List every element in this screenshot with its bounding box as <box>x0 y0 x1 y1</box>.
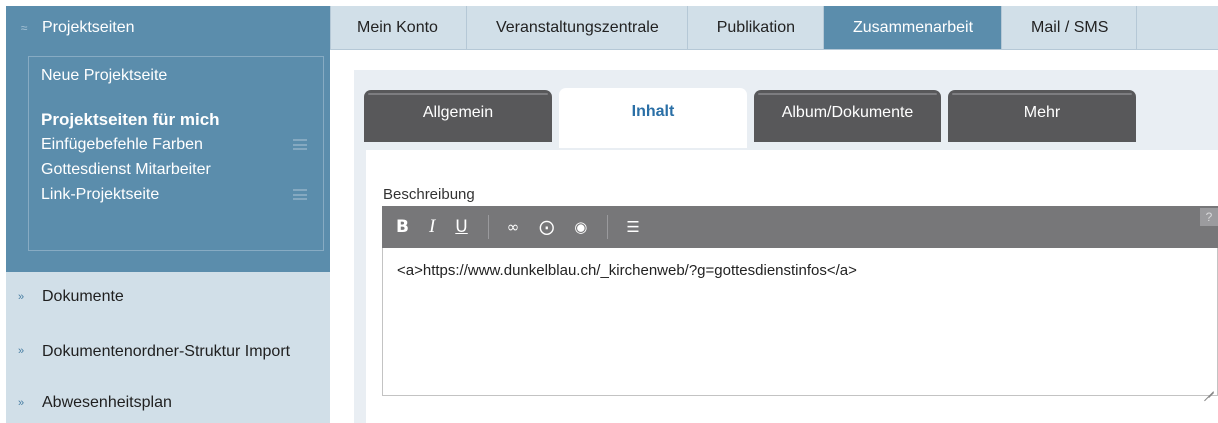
editor-text: <a>https://www.dunkelblau.ch/_kirchenweb… <box>397 262 857 279</box>
tab-publikation[interactable]: Publikation <box>688 6 824 49</box>
sidebar-subitem-gottesdienst-mitarbeiter[interactable]: Gottesdienst Mitarbeiter <box>41 157 323 182</box>
subtab-allgemein[interactable]: Allgemein <box>364 90 552 142</box>
collapse-icon: ≈ <box>20 21 28 35</box>
sidebar-subitem-einfuegebefehle-farben[interactable]: Einfügebefehle Farben <box>41 132 323 157</box>
tab-veranstaltungszentrale[interactable]: Veranstaltungszentrale <box>467 6 688 49</box>
description-editor[interactable]: <a>https://www.dunkelblau.ch/_kirchenweb… <box>382 248 1218 396</box>
help-button[interactable]: ? <box>1200 208 1218 226</box>
sidebar-subitem-label: Link-Projektseite <box>41 186 160 203</box>
sidebar-item-label: Dokumentenordner-Struktur Import <box>42 342 291 360</box>
subtab-inhalt[interactable]: Inhalt <box>559 88 747 148</box>
sidebar-item-abwesenheitsplan[interactable]: » Abwesenheitsplan <box>6 380 330 423</box>
sidebar-submenu: Neue Projektseite Projektseiten für mich… <box>6 50 330 272</box>
bold-button[interactable]: B <box>396 217 409 237</box>
sidebar-header-label: Projektseiten <box>42 19 135 36</box>
tab-mail-sms[interactable]: Mail / SMS <box>1002 6 1138 49</box>
drag-handle-icon[interactable] <box>293 139 307 150</box>
resize-grip-icon[interactable] <box>1204 382 1214 392</box>
sidebar-subitem-label: Einfügebefehle Farben <box>41 136 203 153</box>
sidebar-subitem-link-projektseite[interactable]: Link-Projektseite <box>41 182 323 207</box>
list-icon[interactable]: ☰ <box>626 218 639 236</box>
sidebar-submenu-list: Neue Projektseite Projektseiten für mich… <box>28 56 324 251</box>
sidebar-subitem-projektseiten-fuer-mich[interactable]: Projektseiten für mich <box>41 107 323 132</box>
toolbar-divider <box>607 215 609 239</box>
expand-icon: » <box>18 397 25 409</box>
italic-button[interactable]: I <box>429 216 435 238</box>
subtab-mehr[interactable]: Mehr <box>948 90 1136 142</box>
subtab-album-dokumente[interactable]: Album/Dokumente <box>754 90 941 142</box>
beschreibung-label: Beschreibung <box>383 186 475 203</box>
sidebar-subitem-label: Gottesdienst Mitarbeiter <box>41 161 211 178</box>
sidebar-item-label: Abwesenheitsplan <box>42 394 172 411</box>
editor-toolbar: B I U ∞ ⨀ ◉ ☰ ? <box>382 206 1218 248</box>
top-navigation: Mein Konto Veranstaltungszentrale Publik… <box>330 6 1218 50</box>
sidebar-subitem-label: Projektseiten für mich <box>41 110 220 129</box>
drag-handle-icon[interactable] <box>293 189 307 200</box>
paperclip-icon[interactable]: ⨀ <box>539 218 554 236</box>
sidebar-item-dokumente[interactable]: » Dokumente <box>6 272 330 322</box>
expand-icon: » <box>18 344 25 357</box>
sidebar-item-dokumentenordner-import[interactable]: » Dokumentenordner-Struktur Import <box>6 322 330 380</box>
underline-button[interactable]: U <box>455 217 467 237</box>
tab-mein-konto[interactable]: Mein Konto <box>330 6 467 49</box>
map-pin-icon[interactable]: ◉ <box>574 218 587 236</box>
toolbar-divider <box>487 215 489 239</box>
content-panel: Allgemein Inhalt Album/Dokumente Mehr Be… <box>354 70 1218 423</box>
link-icon[interactable]: ∞ <box>507 218 520 236</box>
sidebar-header-projektseiten[interactable]: ≈ Projektseiten <box>6 6 330 50</box>
sidebar-subitem-label: Neue Projektseite <box>41 67 168 84</box>
tab-content: Beschreibung B I U ∞ ⨀ ◉ ☰ ? <a>https://… <box>366 150 1218 423</box>
sidebar: ≈ Projektseiten Neue Projektseite Projek… <box>6 6 330 423</box>
sidebar-subitem-neue-projektseite[interactable]: Neue Projektseite <box>41 65 323 107</box>
sidebar-item-label: Dokumente <box>42 288 124 305</box>
tab-zusammenarbeit[interactable]: Zusammenarbeit <box>824 6 1003 49</box>
expand-icon: » <box>18 291 25 303</box>
